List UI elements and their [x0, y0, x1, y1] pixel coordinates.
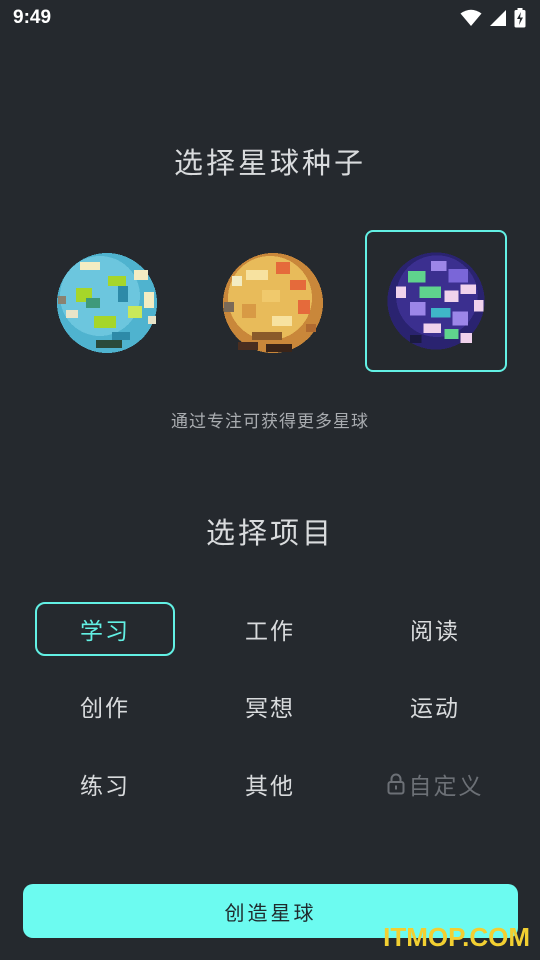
- desert-planet-icon: [223, 253, 323, 353]
- seed-section-title: 选择星球种子: [173, 146, 366, 180]
- ocean-planet-icon: [57, 253, 157, 353]
- option-label: 阅读: [410, 619, 460, 645]
- option-label: 其他: [245, 774, 295, 800]
- option-custom[interactable]: 自定义: [365, 757, 505, 811]
- option-work[interactable]: 工作: [200, 602, 340, 656]
- option-reading[interactable]: 阅读: [365, 602, 505, 656]
- option-label: 创作: [80, 696, 130, 722]
- option-label: 自定义: [408, 774, 484, 800]
- option-meditation[interactable]: 冥想: [200, 679, 340, 733]
- lock-icon: [387, 773, 404, 795]
- planet-seed-ocean[interactable]: [34, 230, 176, 372]
- status-bar: 9:49: [0, 0, 540, 36]
- battery-charging-icon: [514, 8, 526, 28]
- planet-seed-nebula[interactable]: [365, 230, 507, 372]
- status-icons: [460, 8, 526, 28]
- nebula-planet-icon: [387, 252, 485, 350]
- status-time: 9:49: [13, 7, 52, 28]
- planet-seed-desert[interactable]: [200, 230, 342, 372]
- option-label: 工作: [245, 619, 295, 645]
- more-planets-hint: 通过专注可获得更多星球: [171, 412, 369, 432]
- signal-icon: [490, 10, 506, 26]
- option-label: 学习: [80, 619, 130, 645]
- option-creation[interactable]: 创作: [35, 679, 175, 733]
- option-exercise[interactable]: 运动: [365, 679, 505, 733]
- option-other[interactable]: 其他: [200, 757, 340, 811]
- option-practice[interactable]: 练习: [35, 757, 175, 811]
- planet-seed-list: [0, 230, 540, 372]
- option-study[interactable]: 学习: [35, 602, 175, 656]
- option-label: 练习: [80, 774, 130, 800]
- project-section-title: 选择项目: [205, 516, 334, 550]
- option-label: 冥想: [245, 696, 295, 722]
- option-label: 运动: [410, 696, 460, 722]
- wifi-icon: [460, 9, 482, 26]
- watermark-logo: ITMOP.COM: [383, 922, 530, 952]
